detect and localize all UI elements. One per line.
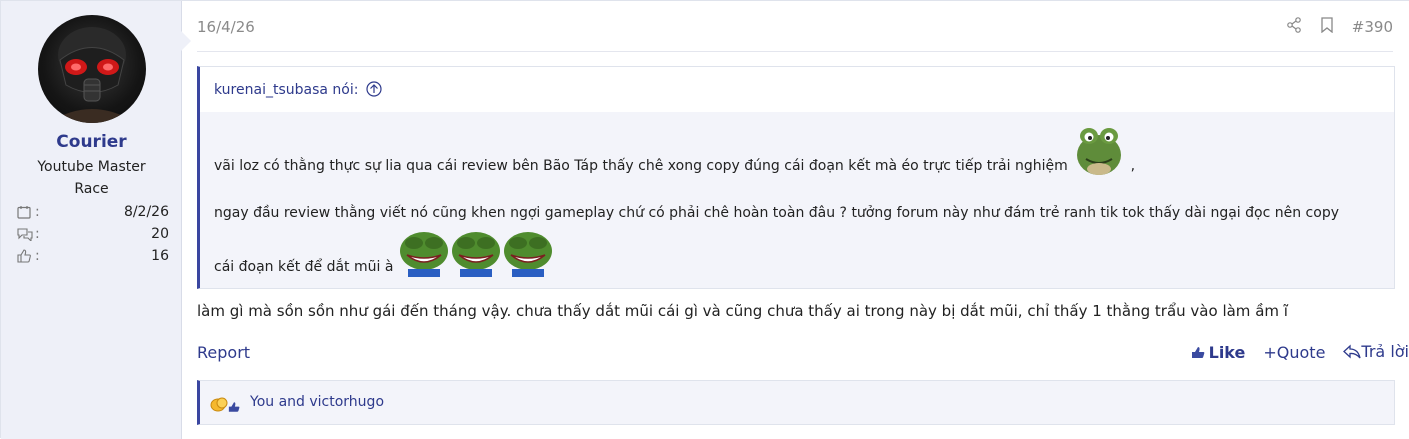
reply-icon	[1343, 344, 1362, 363]
quote-line-1: vãi loz có thằng thực sự lia qua cái rev…	[214, 123, 1135, 181]
share-icon[interactable]	[1286, 17, 1302, 37]
like-label[interactable]: Like	[1209, 343, 1246, 362]
report-link[interactable]: Report	[197, 343, 250, 362]
quote-button[interactable]: +Quote	[1263, 343, 1325, 362]
post-header-actions: #390	[1286, 17, 1393, 37]
post-body: làm gì mà sồn sồn như gái đến tháng vậy.…	[197, 302, 1288, 320]
pepe-laugh-emoji	[450, 225, 502, 281]
reactions-text[interactable]: You and victorhugo	[250, 394, 384, 410]
reaction-score-icon	[17, 249, 31, 267]
avatar[interactable]	[38, 15, 146, 123]
reply-button[interactable]: Trả lời	[1343, 342, 1409, 363]
stat-messages-value: 20	[151, 226, 169, 242]
frog-emoji	[1072, 123, 1126, 181]
like-icon	[1191, 344, 1205, 363]
pepe-laugh-emoji	[398, 225, 450, 281]
username[interactable]: Courier	[1, 132, 182, 152]
stat-joined: : 8/2/26	[17, 203, 169, 223]
stat-reactions-value: 16	[151, 248, 169, 264]
quote-line-1-text: vãi loz có thằng thực sự lia qua cái rev…	[214, 158, 1068, 174]
post-footer-actions: Like +Quote Trả lời	[1191, 342, 1409, 363]
pepe-laugh-emoji	[502, 225, 554, 281]
quote-line-1-tail: ,	[1130, 158, 1136, 174]
like-reaction-icon	[228, 398, 240, 417]
quote-line-3-text: cái đoạn kết để dắt mũi à	[214, 259, 394, 275]
quote-author[interactable]: kurenai_tsubasa nói:	[214, 81, 382, 101]
quote-author-label[interactable]: kurenai_tsubasa nói:	[214, 82, 358, 98]
messages-icon	[17, 227, 33, 245]
quote-block: kurenai_tsubasa nói: vãi loz có thằng th…	[197, 66, 1395, 289]
reactions-bar[interactable]: You and victorhugo	[197, 380, 1395, 425]
bookmark-icon[interactable]	[1320, 17, 1334, 37]
stat-reactions: : 16	[17, 247, 169, 267]
quote-line-2: ngay đầu review thằng viết nó cũng khen …	[214, 205, 1339, 221]
sidebar-arrow	[181, 31, 191, 51]
quote-header: kurenai_tsubasa nói:	[200, 67, 1394, 112]
go-to-quote-icon[interactable]	[366, 81, 382, 101]
user-title: Youtube Master Race	[37, 159, 146, 197]
stat-joined-value: 8/2/26	[123, 204, 169, 220]
calendar-icon	[17, 205, 31, 223]
quote-line-3: cái đoạn kết để dắt mũi à	[214, 225, 554, 281]
user-sidebar: Courier Youtube Master Race : 8/2/26 : 2…	[1, 1, 182, 439]
post-date[interactable]: 16/4/26	[197, 18, 255, 36]
stat-messages: : 20	[17, 225, 169, 245]
like-button[interactable]: Like	[1191, 343, 1246, 363]
avatar-image	[48, 27, 136, 123]
header-divider	[197, 51, 1393, 52]
post-container: Courier Youtube Master Race : 8/2/26 : 2…	[0, 0, 1409, 439]
clap-icon	[210, 395, 230, 417]
post-number[interactable]: #390	[1352, 18, 1393, 36]
reply-label[interactable]: Trả lời	[1361, 342, 1409, 361]
